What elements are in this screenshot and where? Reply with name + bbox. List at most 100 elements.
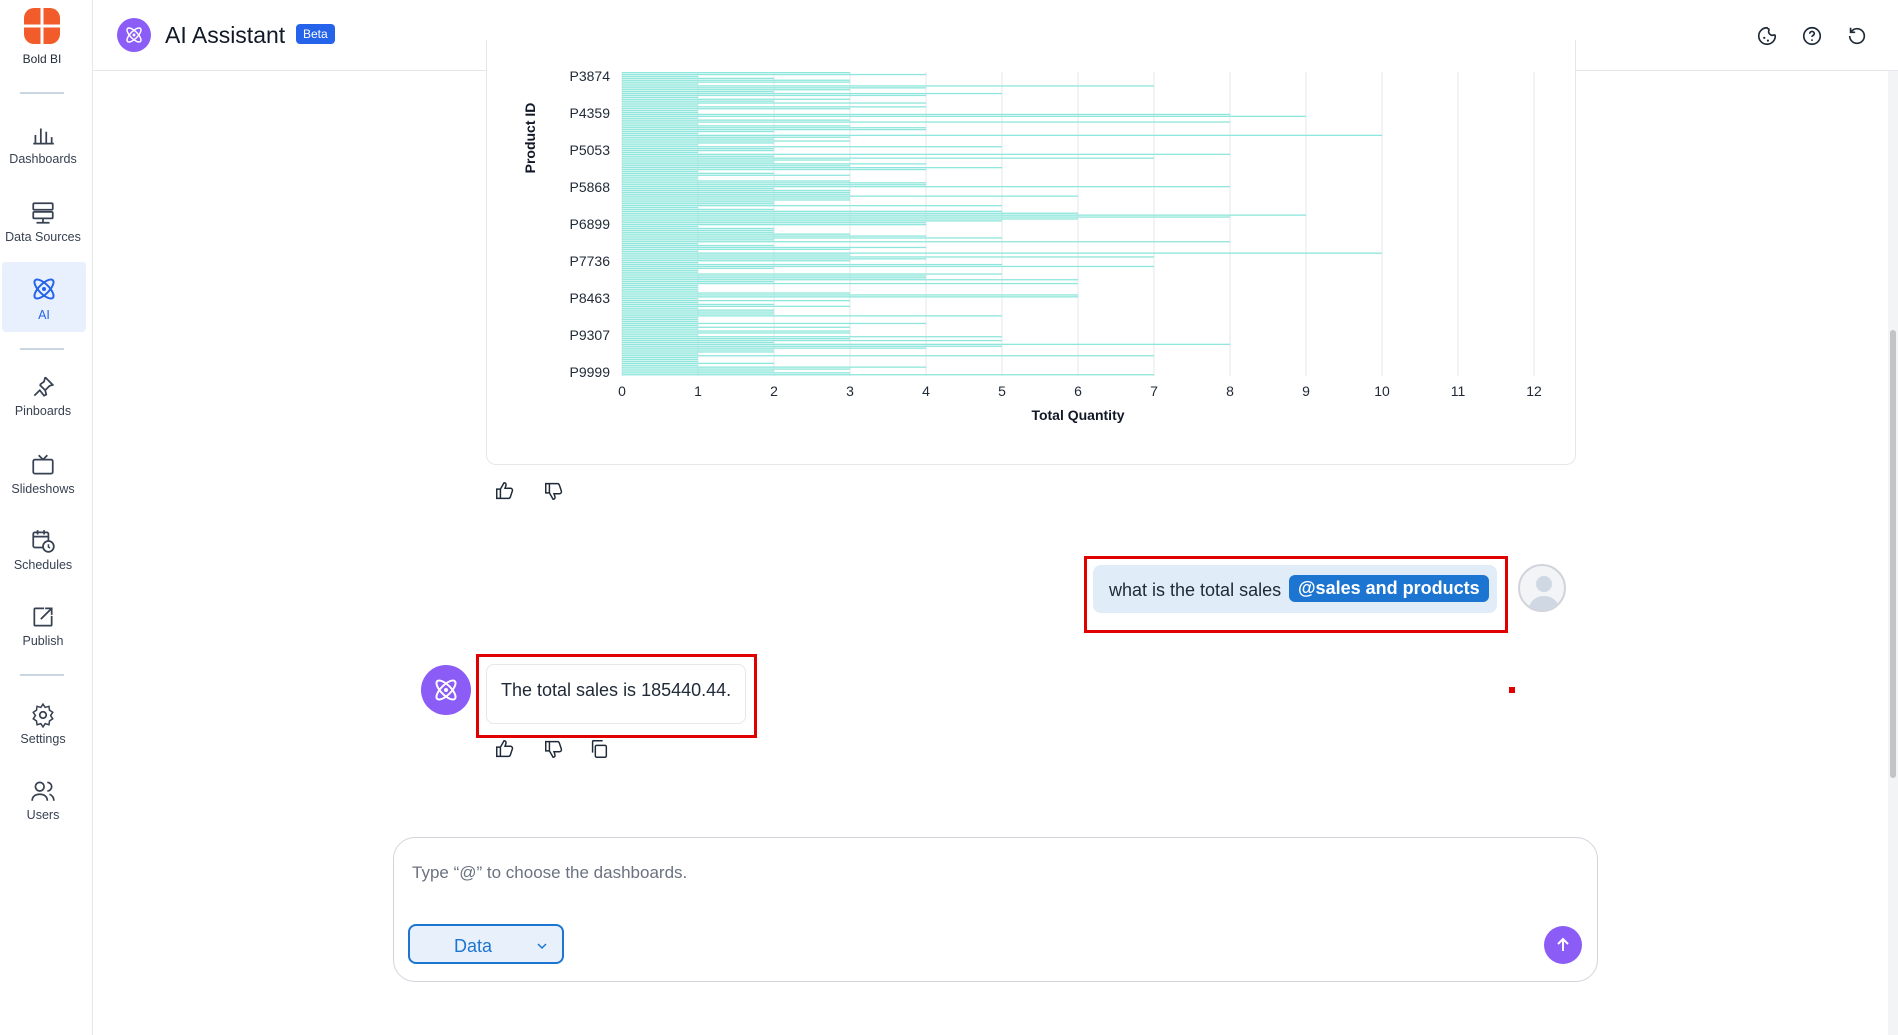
y-tick-label: P7736: [570, 253, 611, 269]
sidebar-item-settings[interactable]: Settings: [0, 690, 86, 760]
chart-bar: [622, 81, 850, 83]
atom-icon: [33, 278, 55, 300]
sidebar-item-schedules[interactable]: Schedules: [0, 516, 86, 586]
chart-bar: [622, 187, 774, 190]
chart-bar: [622, 193, 850, 195]
x-tick-label: 10: [1374, 383, 1390, 399]
ai-assistant-icon: [117, 18, 151, 52]
thumbs-up-icon[interactable]: [494, 738, 516, 760]
users-icon: [31, 781, 55, 801]
chart-bar: [622, 275, 926, 277]
chevron-down-icon: [537, 943, 547, 950]
chart-bar: [622, 290, 698, 292]
chart-bar: [622, 125, 850, 127]
chart-bar: [622, 267, 774, 269]
chart-bar: [622, 214, 1306, 216]
chart-bar: [622, 168, 926, 171]
atom-icon: [435, 679, 457, 701]
chart-bar: [622, 241, 1230, 243]
chart-bar: [622, 260, 850, 262]
chart-bar: [622, 206, 698, 209]
chart-bar: [622, 184, 926, 186]
chart-bar: [622, 212, 1078, 214]
sidebar-item-dashboards[interactable]: Dashboards: [0, 110, 86, 180]
chart-bar: [622, 92, 1002, 95]
chart-bar: [622, 372, 850, 374]
thumbs-down-icon[interactable]: [543, 480, 565, 502]
chart-bar: [622, 250, 698, 252]
sidebar-item-publish[interactable]: Publish: [0, 592, 86, 662]
chart-bar: [622, 334, 698, 336]
chart-bar: [622, 343, 1230, 345]
sidebar-item-slideshows[interactable]: Slideshows: [0, 440, 86, 510]
chart-bar: [622, 351, 774, 353]
x-tick-label: 4: [922, 383, 930, 399]
chart-bar: [622, 296, 1078, 298]
refresh-icon[interactable]: [1846, 25, 1868, 47]
chart-bar: [622, 330, 850, 332]
chart-bar: [622, 119, 850, 121]
chart-bar: [622, 151, 698, 154]
chart-bar: [622, 172, 774, 174]
brand-name: Bold BI: [22, 52, 62, 66]
sidebar-item-users[interactable]: Users: [0, 766, 86, 836]
chart-bar: [622, 98, 850, 100]
chart-bar: [622, 153, 1230, 155]
data-source-select[interactable]: Data: [408, 924, 564, 964]
chart-bar: [622, 163, 926, 165]
x-tick-label: 8: [1226, 383, 1234, 399]
chart-bar: [622, 252, 1382, 254]
sidebar-item-data-sources[interactable]: Data Sources: [0, 188, 86, 258]
chart-bar: [622, 89, 850, 91]
chart-bar: [622, 102, 926, 104]
y-tick-label: P5868: [570, 179, 611, 195]
chart-bar: [622, 265, 1154, 268]
user-avatar: [1518, 564, 1566, 612]
chart-bar: [622, 161, 774, 163]
sidebar-divider: [20, 674, 64, 676]
chart-bar: [622, 220, 1002, 222]
chart-bar: [622, 180, 850, 182]
chart-bar: [622, 144, 698, 146]
chart-bar: [622, 227, 774, 230]
help-icon[interactable]: [1801, 25, 1823, 47]
sidebar-item-label: Users: [26, 808, 60, 822]
chart-bar: [622, 142, 774, 144]
chart-bar: [622, 341, 774, 344]
chart-bar: [622, 292, 850, 294]
chart-bar: [622, 197, 850, 199]
sidebar-item-pinboards[interactable]: Pinboards: [0, 362, 86, 432]
chart-bar: [622, 305, 850, 307]
chart-bar: [622, 281, 774, 283]
chart-bar: [622, 246, 926, 249]
y-tick-label: P6899: [570, 216, 611, 232]
chart-bar: [622, 123, 698, 125]
chart-bar: [622, 176, 698, 178]
chart-bar: [622, 199, 850, 201]
sidebar-divider: [20, 92, 64, 94]
tv-icon: [32, 454, 54, 475]
thumbs-down-icon[interactable]: [543, 738, 565, 760]
chart-bar: [622, 170, 698, 173]
y-tick-label: P5053: [570, 142, 611, 158]
chart-bar: [622, 336, 1002, 338]
chart-bar: [622, 77, 774, 79]
chart-bar: [622, 301, 698, 304]
bold-bi-logo[interactable]: Bold BI: [0, 4, 84, 70]
sidebar-item-label: Pinboards: [14, 404, 72, 418]
send-button[interactable]: [1544, 926, 1582, 964]
theme-icon[interactable]: [1756, 25, 1778, 47]
page-title: AI Assistant: [165, 22, 286, 48]
chart-bar: [622, 73, 926, 76]
chart-bar: [622, 127, 926, 129]
sidebar-item-ai[interactable]: AI: [2, 262, 86, 332]
highlight-box: [476, 654, 757, 738]
data-select-label: Data: [454, 936, 493, 956]
chart-bar: [622, 243, 698, 245]
scrollbar-thumb[interactable]: [1890, 330, 1896, 778]
chat-input[interactable]: [412, 858, 1512, 888]
sidebar-item-label: AI: [38, 308, 50, 322]
thumbs-up-icon[interactable]: [494, 480, 516, 502]
x-tick-label: 5: [998, 383, 1006, 399]
copy-icon[interactable]: [588, 738, 610, 760]
